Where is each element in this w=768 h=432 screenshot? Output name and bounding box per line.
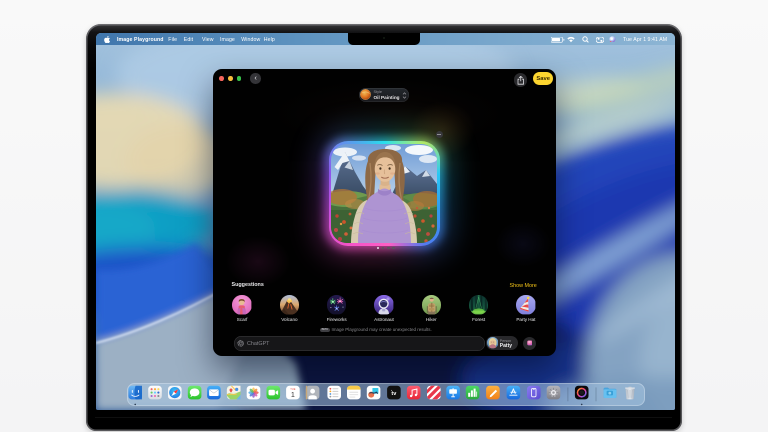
svg-text:tv: tv — [391, 392, 397, 398]
svg-text:1: 1 — [291, 391, 295, 400]
